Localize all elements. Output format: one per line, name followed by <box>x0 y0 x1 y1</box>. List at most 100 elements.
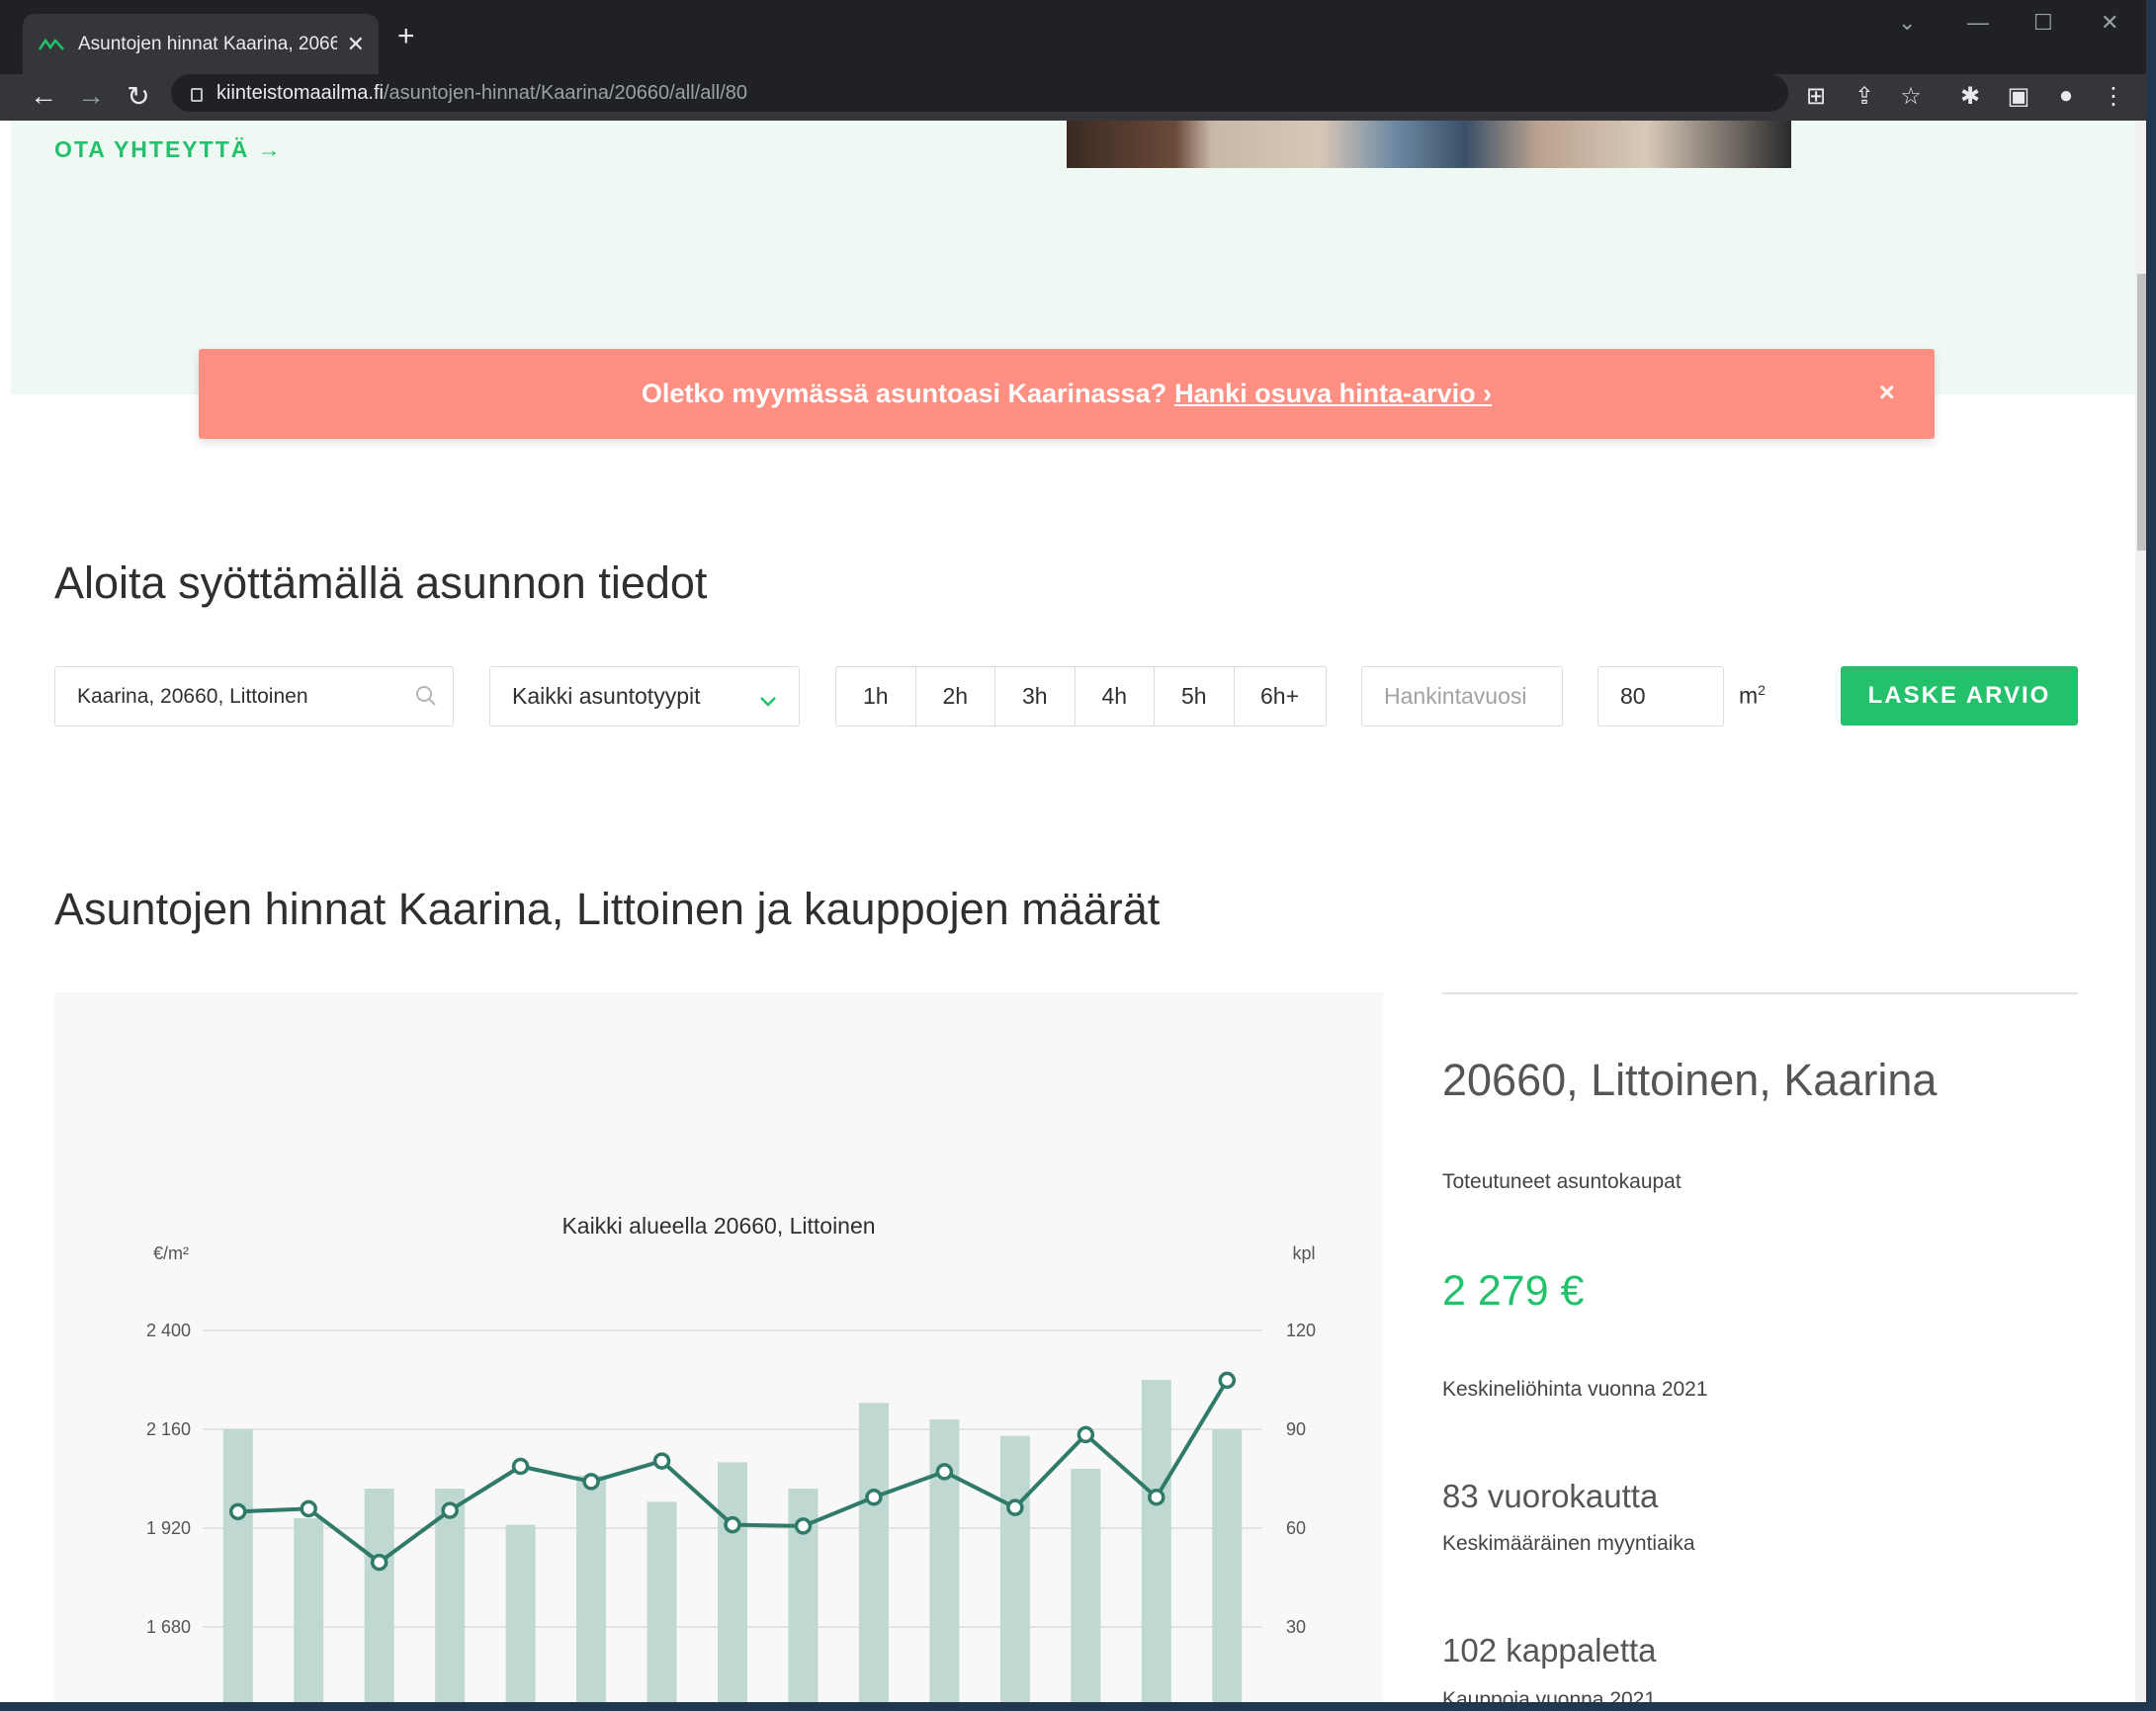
room-option[interactable]: 2h <box>916 667 995 726</box>
chart-bar <box>435 1489 466 1702</box>
share-icon[interactable]: ⇪ <box>1847 78 1882 114</box>
tab-strip: Asuntojen hinnat Kaarina, 20660, ✕ + ⌄ —… <box>0 0 2146 74</box>
forward-icon[interactable]: → <box>73 78 109 114</box>
calculate-button[interactable]: LASKE ARVIO <box>1841 666 2078 726</box>
room-count-selector: 1h 2h 3h 4h 5h 6h+ <box>835 666 1327 727</box>
url-host: kiinteistomaailma.fi <box>216 81 384 104</box>
scrollbar-thumb[interactable] <box>2137 274 2146 551</box>
chart-line-point <box>1006 1498 1024 1516</box>
y-tick-left: 1 920 <box>146 1518 191 1538</box>
chart-title: Kaikki alueella 20660, Littoinen <box>561 1213 875 1239</box>
chart-line-point <box>511 1457 530 1476</box>
y-tick-right: 30 <box>1286 1617 1306 1637</box>
y-tick-left: 2 160 <box>146 1419 191 1439</box>
area-value: 80 <box>1620 683 1646 709</box>
chart-bar <box>1141 1380 1171 1702</box>
chart-line-point <box>865 1489 883 1506</box>
reload-icon[interactable]: ↻ <box>121 78 156 114</box>
chart-line-point <box>1077 1425 1095 1444</box>
price-chart-svg: Kaikki alueella 20660, Littoinen €/m² kpl 2… <box>146 1213 1316 1702</box>
chart-bar <box>999 1435 1030 1702</box>
chart-bar <box>1071 1469 1101 1702</box>
y-axis-right-label: kpl <box>1292 1243 1315 1263</box>
room-option[interactable]: 6h+ <box>1235 667 1326 726</box>
contact-link[interactable]: OTA YHTEYTTÄ → <box>54 136 283 163</box>
area-unit-text: m <box>1739 682 1759 709</box>
purchase-year-placeholder: Hankintavuosi <box>1384 683 1527 709</box>
banner-close-icon[interactable]: × <box>1879 377 1895 408</box>
room-option[interactable]: 3h <box>995 667 1076 726</box>
profile-icon[interactable]: ● <box>2048 78 2084 114</box>
y-tick-left: 1 680 <box>146 1617 191 1637</box>
room-option[interactable]: 4h <box>1076 667 1155 726</box>
chart-line-point <box>582 1473 600 1491</box>
browser-toolbar: ← → ↻ kiinteistomaailma.fi/asuntojen-hin… <box>0 74 2146 121</box>
chart-bar <box>647 1501 677 1702</box>
menu-icon[interactable]: ⋮ <box>2096 78 2131 114</box>
summary-area-title: 20660, Littoinen, Kaarina <box>1442 1055 1938 1105</box>
chart-line-point <box>300 1499 317 1518</box>
chart-bar <box>576 1475 607 1702</box>
summary-days-label: Keskimääräinen myyntiaika <box>1442 1532 1695 1555</box>
y-tick-right: 60 <box>1286 1518 1306 1538</box>
chart-bar <box>364 1489 394 1702</box>
url-path: /asuntojen-hinnat/Kaarina/20660/all/all/… <box>383 81 747 104</box>
chart-line-point <box>228 1502 247 1521</box>
chevron-down-icon <box>759 687 777 714</box>
tab-search-icon[interactable]: ⌄ <box>1898 10 1916 36</box>
location-search-input[interactable]: Kaarina, 20660, Littoinen <box>54 666 454 727</box>
chart-bar <box>858 1403 889 1702</box>
hero-image <box>1067 121 1791 168</box>
room-option[interactable]: 1h <box>836 667 916 726</box>
summary-divider <box>1442 992 2078 994</box>
chart-line-point <box>1218 1371 1237 1390</box>
price-chart: Kaikki alueella 20660, Littoinen €/m² kpl 2… <box>54 992 1383 1702</box>
valuation-banner: Oletko myymässä asuntoasi Kaarinassa? Ha… <box>199 349 1935 439</box>
minimize-icon[interactable]: — <box>1967 10 1989 36</box>
new-tab-icon[interactable]: + <box>397 22 415 51</box>
window-close-icon[interactable]: ✕ <box>2101 10 2118 36</box>
summary-days: 83 vuorokautta <box>1442 1478 1659 1514</box>
chart-line-point <box>724 1515 741 1534</box>
chart-bar <box>222 1429 253 1702</box>
banner-link[interactable]: Hanki osuva hinta-arvio › <box>1174 379 1492 409</box>
back-icon[interactable]: ← <box>26 78 61 114</box>
y-axis-left-label: €/m² <box>153 1243 189 1263</box>
browser-tab[interactable]: Asuntojen hinnat Kaarina, 20660, ✕ <box>23 14 379 74</box>
summary-realized-label: Toteutuneet asuntokaupat <box>1442 1170 1682 1193</box>
address-bar[interactable]: kiinteistomaailma.fi/asuntojen-hinnat/Ka… <box>171 74 1788 112</box>
y-tick-left: 2 400 <box>146 1321 191 1340</box>
location-value: Kaarina, 20660, Littoinen <box>77 684 308 708</box>
area-unit: m2 <box>1739 682 1766 710</box>
page-viewport: OTA YHTEYTTÄ → Oletko myymässä asuntoasi… <box>11 121 2136 1702</box>
banner-text: Oletko myymässä asuntoasi Kaarinassa? <box>641 379 1167 408</box>
tab-title: Asuntojen hinnat Kaarina, 20660, <box>78 33 337 54</box>
chart-line-point <box>1148 1489 1165 1506</box>
lock-icon <box>191 88 203 102</box>
tab-close-icon[interactable]: ✕ <box>347 32 365 57</box>
apartment-type-select[interactable]: Kaikki asuntotyypit <box>489 666 800 727</box>
chart-bar <box>1212 1429 1243 1702</box>
side-panel-icon[interactable]: ▣ <box>2001 78 2036 114</box>
page-scrollbar[interactable] <box>2135 121 2146 1702</box>
search-icon <box>415 685 437 713</box>
y-tick-right: 90 <box>1286 1419 1306 1439</box>
chart-bar <box>718 1462 747 1702</box>
form-title: Aloita syöttämällä asunnon tiedot <box>54 557 708 608</box>
chart-bar <box>505 1524 536 1702</box>
translate-icon[interactable]: ⊞ <box>1798 78 1834 114</box>
summary-price-label: Keskineliöhinta vuonna 2021 <box>1442 1378 1708 1401</box>
chart-line-point <box>935 1463 954 1481</box>
area-unit-sup: 2 <box>1758 682 1766 698</box>
purchase-year-input[interactable]: Hankintavuosi <box>1361 666 1563 727</box>
summary-price: 2 279 € <box>1442 1267 1585 1315</box>
chart-bar <box>294 1518 324 1702</box>
room-option[interactable]: 5h <box>1155 667 1235 726</box>
chart-line-point <box>652 1452 671 1470</box>
area-input[interactable]: 80 <box>1597 666 1724 727</box>
chart-line-point <box>370 1553 388 1572</box>
site-favicon-icon <box>39 36 64 53</box>
maximize-icon[interactable]: ☐ <box>2033 10 2053 36</box>
extensions-icon[interactable]: ✱ <box>1952 78 1988 114</box>
bookmark-star-icon[interactable]: ☆ <box>1893 78 1929 114</box>
